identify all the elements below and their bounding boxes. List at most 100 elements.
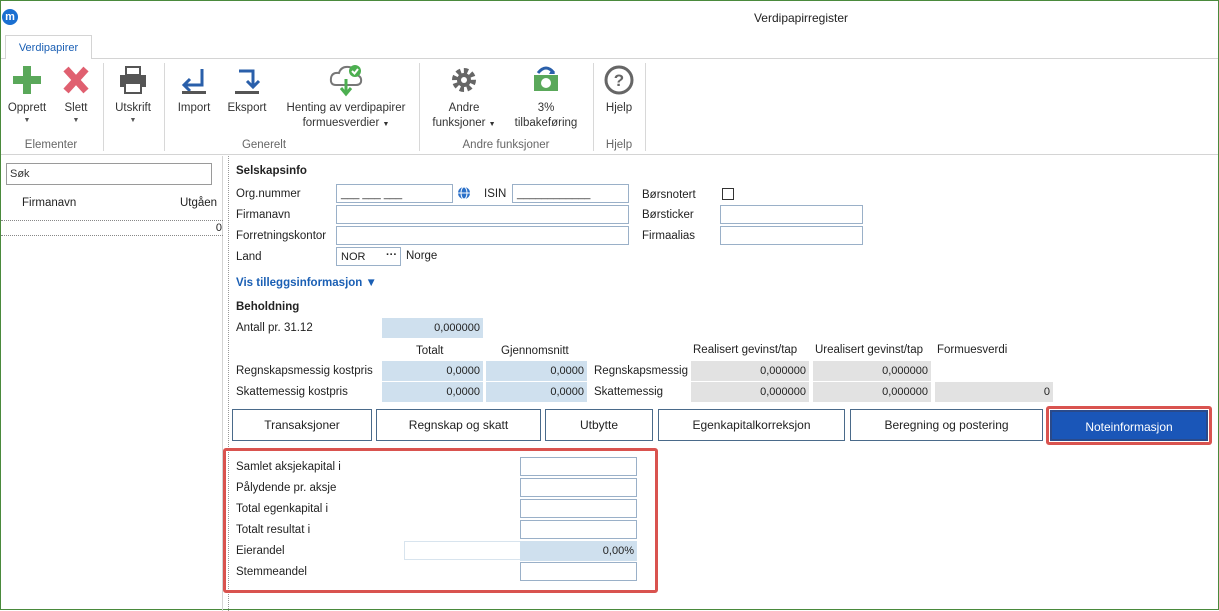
tab-transaksjoner[interactable]: Transaksjoner (232, 409, 372, 441)
regnskap-realisert-value: 0,000000 (691, 361, 809, 381)
forretningskontor-label: Forretningskontor (236, 230, 327, 242)
tab-regnskap-og-skatt[interactable]: Regnskap og skatt (376, 409, 541, 441)
search-input[interactable]: Søk (6, 163, 212, 185)
totalt-resultat-input[interactable] (520, 520, 637, 539)
title-bar: m Verdipapirregister (1, 1, 1218, 32)
henting-label-line1: Henting av verdipapirer (286, 102, 406, 114)
opprett-button[interactable]: Opprett ▼ (5, 63, 49, 126)
isin-label: ISIN (484, 188, 507, 200)
slett-label: Slett (64, 102, 88, 114)
column-header-formuesverdi: Formuesverdi (937, 344, 1008, 356)
column-header-urealisert: Urealisert gevinst/tap (815, 344, 924, 356)
land-input[interactable]: NOR ··· (336, 247, 401, 266)
tilbakeforing-button[interactable]: 3% tilbakeføring (507, 63, 585, 131)
palydende-input[interactable] (520, 478, 637, 497)
group-separator (645, 63, 646, 151)
group-separator (164, 63, 165, 151)
isin-input[interactable]: ____________ (512, 184, 629, 203)
regnskap-snitt-value[interactable]: 0,0000 (486, 361, 587, 381)
stemmeandel-input[interactable] (520, 562, 637, 581)
borsticker-label: Børsticker (642, 209, 694, 221)
beholdning-heading: Beholdning (236, 301, 300, 313)
antall-label: Antall pr. 31.12 (236, 322, 313, 334)
andre-funksjoner-button[interactable]: Andre funksjoner ▼ (427, 63, 501, 132)
borsnotert-checkbox[interactable] (722, 188, 734, 200)
skatte-urealisert-value: 0,000000 (813, 382, 931, 402)
group-separator (103, 63, 104, 151)
utskrift-label: Utskrift (115, 102, 151, 114)
borsticker-input[interactable] (720, 205, 863, 224)
app-window: m Verdipapirregister Verdipapirer Oppret… (0, 0, 1219, 611)
firmaalias-label: Firmaalias (642, 230, 696, 242)
stemmeandel-label: Stemmeandel (236, 566, 307, 578)
samlet-aksjekapital-input[interactable] (520, 457, 637, 476)
selskapsinfo-heading: Selskapsinfo (236, 165, 307, 177)
export-arrow-icon (229, 63, 265, 97)
group-label-hjelp: Hjelp (605, 139, 633, 151)
list-item[interactable]: 0 (1, 220, 223, 236)
tab-egenkapitalkorreksjon[interactable]: Egenkapitalkorreksjon (658, 409, 845, 441)
globe-icon[interactable] (457, 186, 471, 200)
vis-tilleggsinformasjon-link[interactable]: Vis tilleggsinformasjon ▼ (236, 277, 377, 289)
samlet-aksjekapital-label: Samlet aksjekapital i (236, 461, 341, 473)
chevron-down-icon: ▼ (129, 117, 137, 124)
plus-icon (9, 63, 45, 97)
chevron-down-icon: ▼ (72, 117, 80, 124)
totalt-resultat-label: Totalt resultat i (236, 524, 311, 536)
hjelp-label: Hjelp (605, 102, 633, 114)
tab-utbytte[interactable]: Utbytte (545, 409, 653, 441)
orgnr-label: Org.nummer (236, 188, 301, 200)
regnskap-total-value[interactable]: 0,0000 (382, 361, 483, 381)
delete-x-icon (58, 63, 94, 97)
land-name: Norge (406, 250, 438, 262)
eierandel-label: Eierandel (236, 545, 285, 557)
skatte-snitt-value[interactable]: 0,0000 (486, 382, 587, 402)
skatte-total-value[interactable]: 0,0000 (382, 382, 483, 402)
import-button[interactable]: Import (171, 63, 217, 116)
column-header-firmanavn[interactable]: Firmanavn (22, 197, 76, 209)
chevron-down-icon: ▼ (488, 121, 496, 128)
cloud-download-icon (328, 63, 364, 97)
ribbon: Opprett ▼ Slett ▼ Elementer Utskrift ▼ I… (1, 59, 1218, 155)
gear-icon (446, 63, 482, 97)
column-header-gjennomsnitt: Gjennomsnitt (501, 345, 569, 357)
andre-label-line1: Andre (448, 102, 480, 114)
opprett-label: Opprett (7, 102, 47, 114)
printer-icon (115, 63, 151, 97)
utskrift-button[interactable]: Utskrift ▼ (111, 63, 155, 126)
ellipsis-icon[interactable]: ··· (386, 249, 397, 261)
group-label-andre: Andre funksjoner (462, 139, 550, 151)
column-header-utgaende[interactable]: Utgåen (180, 197, 217, 209)
henting-button[interactable]: Henting av verdipapirer formuesverdier ▼ (279, 63, 413, 132)
land-code: NOR (341, 251, 366, 263)
ribbon-tab-verdipapirer[interactable]: Verdipapirer (5, 35, 92, 60)
regnskapsmessig-label: Regnskapsmessig (594, 365, 688, 377)
eierandel-input[interactable] (404, 541, 521, 560)
eierandel-value: 0,00% (520, 541, 637, 561)
svg-text:?: ? (614, 71, 624, 90)
antall-value[interactable]: 0,000000 (382, 318, 483, 338)
firmaalias-input[interactable] (720, 226, 863, 245)
firmanavn-label: Firmanavn (236, 209, 291, 221)
eksport-button[interactable]: Eksport (223, 63, 271, 116)
henting-label-line2: formuesverdier (302, 117, 380, 129)
firmanavn-input[interactable] (336, 205, 629, 224)
highlight-frame (1046, 406, 1212, 445)
ribbon-tabstrip: Verdipapirer (1, 32, 1218, 60)
tilbakeforing-label-line2: tilbakeføring (514, 117, 578, 129)
total-egenkapital-input[interactable] (520, 499, 637, 518)
list-item-value: 0 (215, 222, 222, 234)
group-label-elementer: Elementer (24, 139, 78, 151)
forretningskontor-input[interactable] (336, 226, 629, 245)
orgnr-input[interactable]: ___ ___ ___ (336, 184, 453, 203)
group-separator (593, 63, 594, 151)
total-egenkapital-label: Total egenkapital i (236, 503, 329, 515)
slett-button[interactable]: Slett ▼ (57, 63, 95, 126)
column-header-totalt: Totalt (416, 345, 444, 357)
tab-beregning-og-postering[interactable]: Beregning og postering (850, 409, 1043, 441)
skatte-kostpris-label: Skattemessig kostpris (236, 386, 348, 398)
eksport-label: Eksport (227, 102, 267, 114)
hjelp-button[interactable]: ? Hjelp (599, 63, 639, 116)
company-list-panel: Søk Firmanavn Utgåen 0 (1, 156, 223, 611)
tilbakeforing-label-line1: 3% (537, 102, 555, 114)
